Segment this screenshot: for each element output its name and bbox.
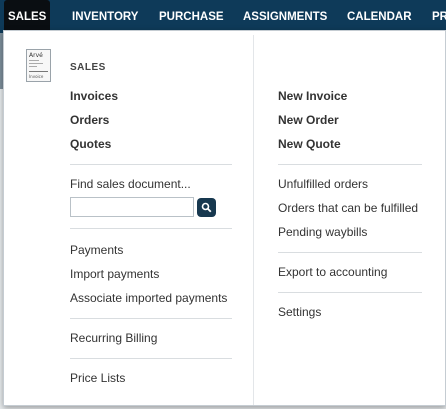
sales-dropdown-menu: Arvé Invoice SALES Invoices Orders Quote… (3, 30, 446, 406)
menu-price-lists[interactable]: Price Lists (70, 371, 125, 385)
nav-inventory[interactable]: INVENTORY (72, 0, 138, 33)
menu-new-invoice[interactable]: New Invoice (278, 89, 347, 103)
column-divider (253, 35, 254, 405)
search-button[interactable] (197, 198, 216, 217)
menu-settings[interactable]: Settings (278, 305, 321, 319)
search-icon (201, 202, 212, 213)
menu-unfulfilled-orders[interactable]: Unfulfilled orders (278, 177, 368, 191)
menu-import-payments[interactable]: Import payments (70, 267, 159, 281)
separator (70, 318, 232, 319)
separator (278, 164, 422, 165)
separator (70, 228, 232, 229)
menu-invoices[interactable]: Invoices (70, 89, 118, 103)
document-icon: Arvé Invoice (26, 49, 51, 82)
separator (70, 358, 232, 359)
nav-purchase[interactable]: PURCHASE (159, 0, 224, 33)
search-input[interactable] (70, 197, 194, 217)
separator (278, 292, 422, 293)
menu-new-quote[interactable]: New Quote (278, 137, 341, 151)
menu-payments[interactable]: Payments (70, 243, 123, 257)
nav-sales[interactable]: SALES (4, 0, 51, 33)
menu-orders-can-be-fulfilled[interactable]: Orders that can be fulfilled (278, 201, 418, 215)
separator (70, 164, 232, 165)
svg-text:Invoice: Invoice (29, 74, 44, 79)
menu-new-order[interactable]: New Order (278, 113, 339, 127)
separator (278, 252, 422, 253)
section-title: SALES (70, 62, 106, 73)
svg-text:Arvé: Arvé (29, 52, 43, 59)
menu-recurring-billing[interactable]: Recurring Billing (70, 331, 157, 345)
nav-more[interactable]: PR (432, 0, 446, 33)
menu-pending-waybills[interactable]: Pending waybills (278, 225, 367, 239)
nav-calendar[interactable]: CALENDAR (347, 0, 412, 33)
menu-associate-imported-payments[interactable]: Associate imported payments (70, 291, 227, 305)
menu-quotes[interactable]: Quotes (70, 137, 111, 151)
menu-export-to-accounting[interactable]: Export to accounting (278, 265, 387, 279)
nav-assignments[interactable]: ASSIGNMENTS (243, 0, 327, 33)
top-navigation: SALES INVENTORY PURCHASE ASSIGNMENTS CAL… (0, 0, 446, 33)
menu-orders[interactable]: Orders (70, 113, 109, 127)
find-sales-document-label: Find sales document... (70, 177, 191, 191)
